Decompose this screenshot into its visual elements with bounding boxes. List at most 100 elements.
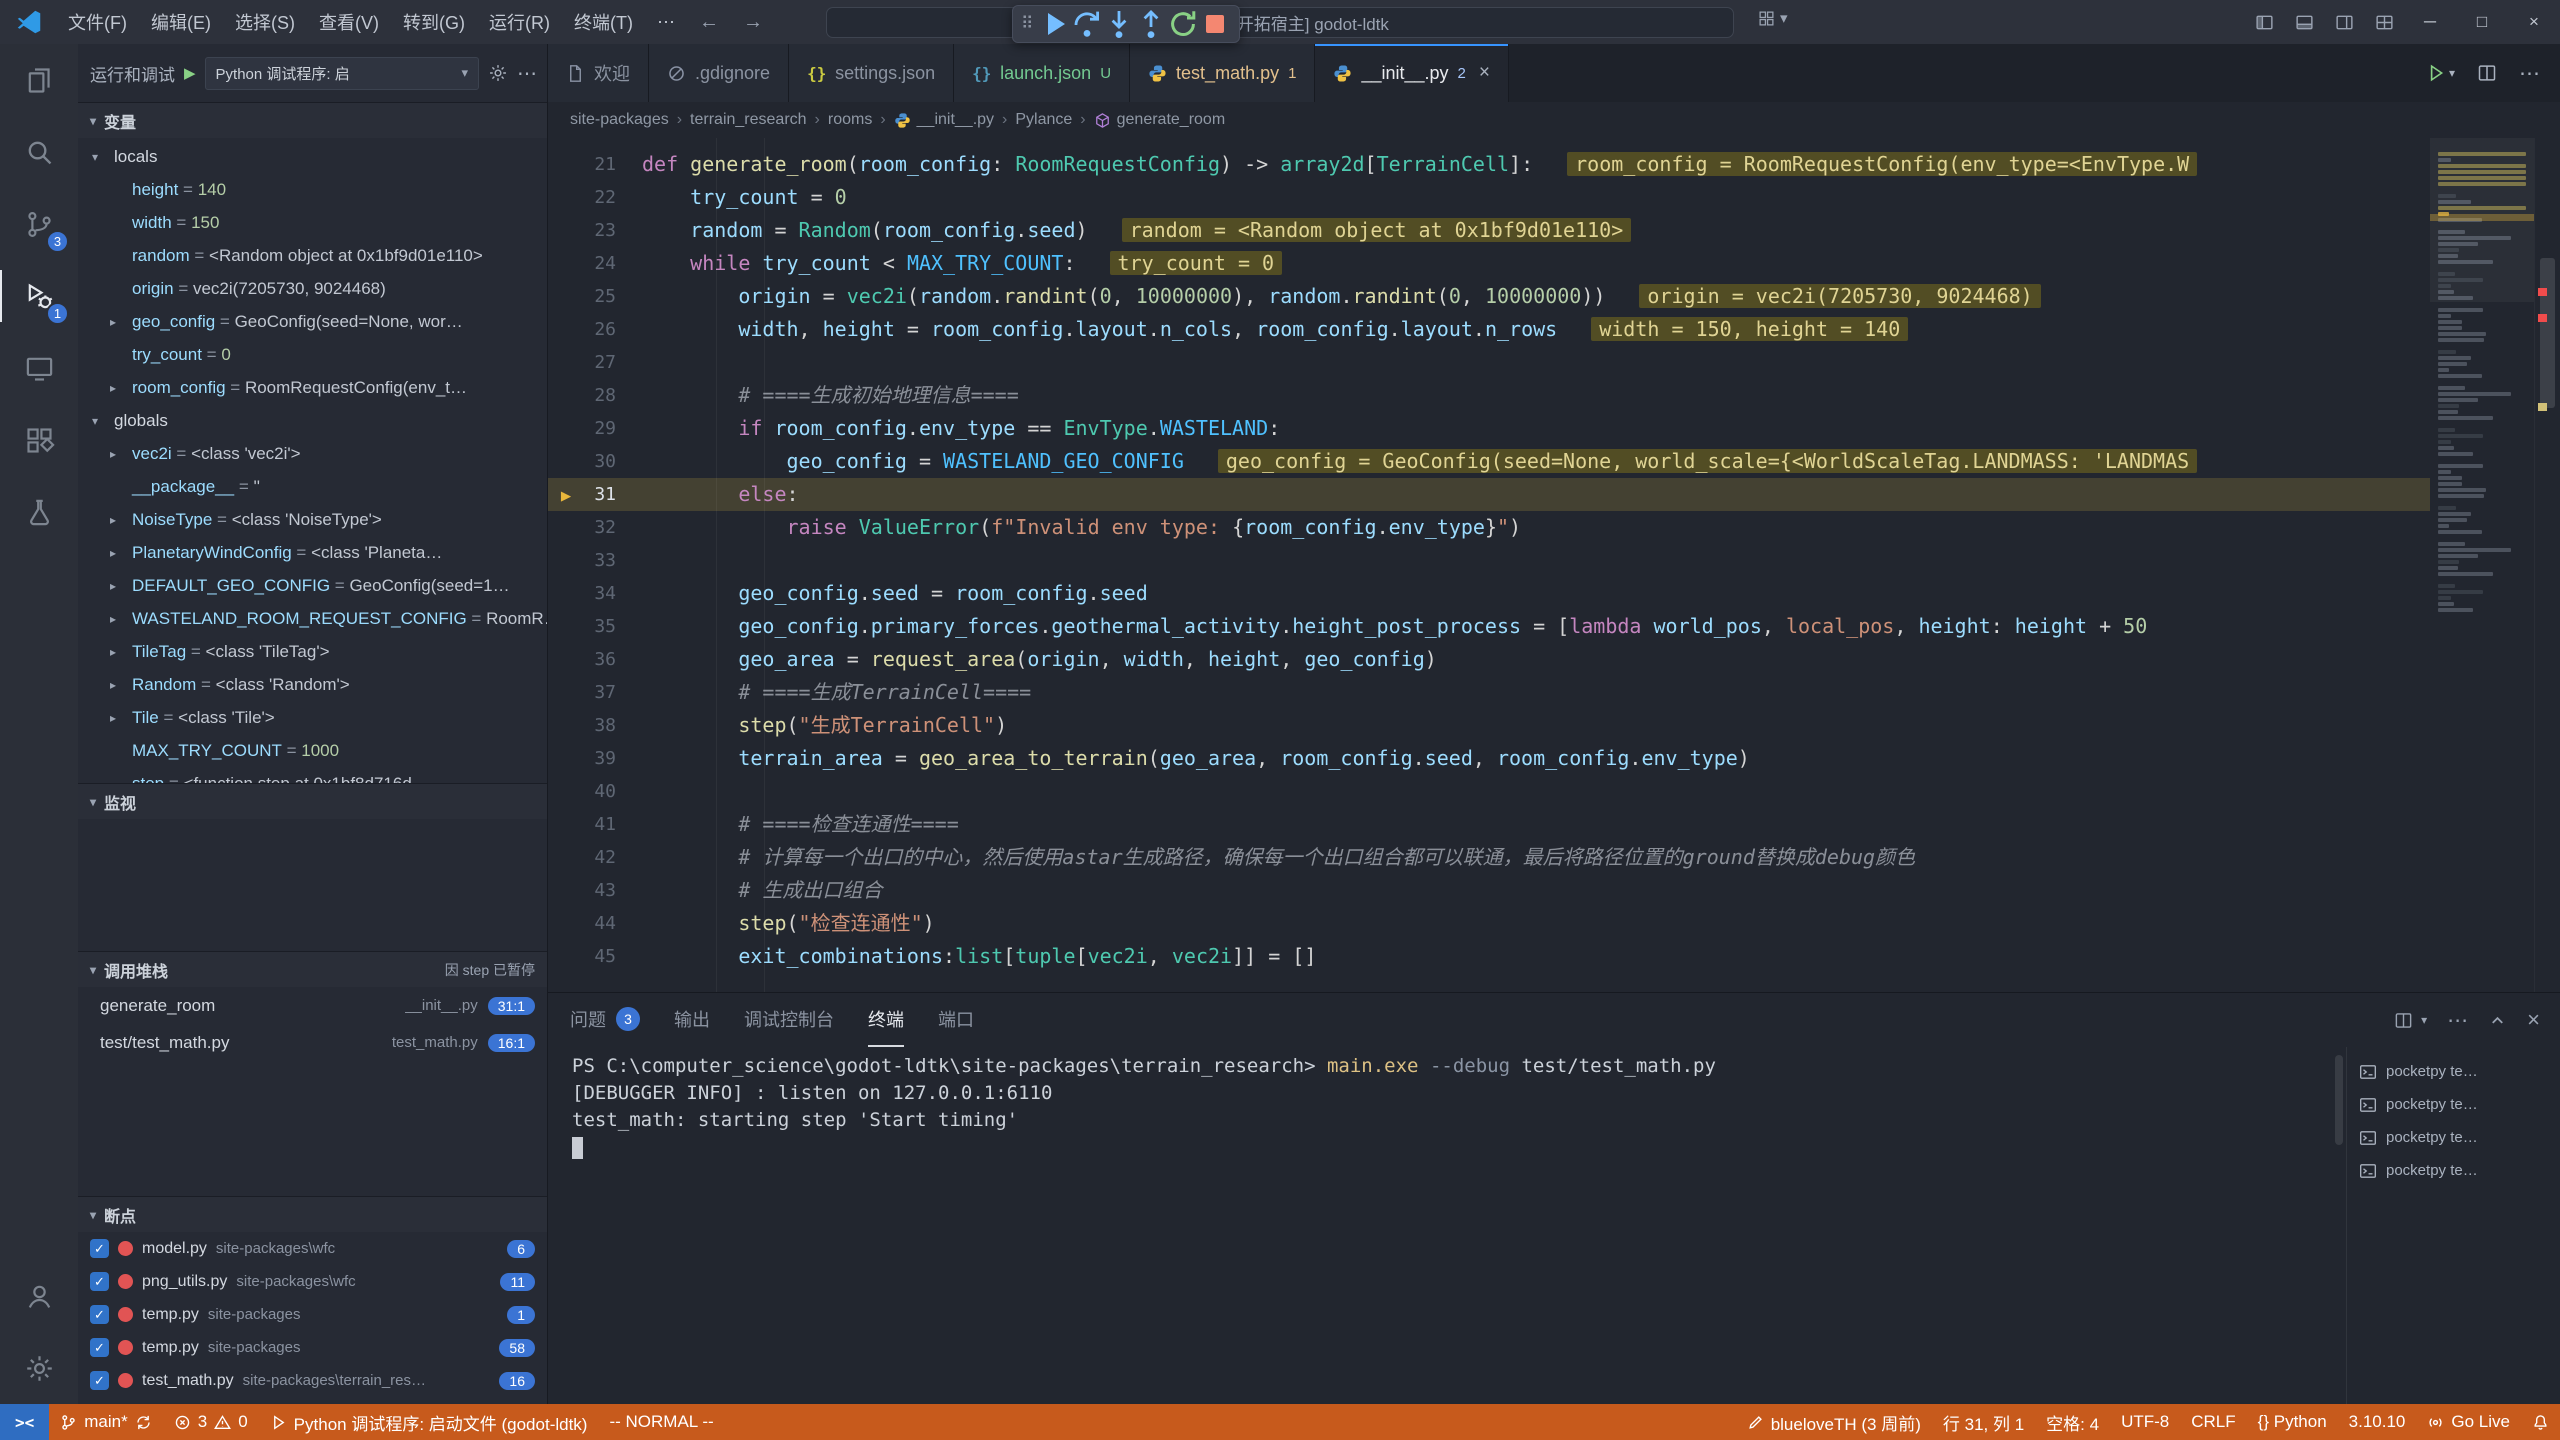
scrollbar-thumb[interactable] <box>2335 1055 2343 1145</box>
line-text[interactable]: if room_config.env_type == EnvType.WASTE… <box>642 412 1280 445</box>
line-text[interactable]: width, height = room_config.layout.n_col… <box>642 313 1908 346</box>
line-text[interactable]: geo_config.seed = room_config.seed <box>642 577 1148 610</box>
line-text[interactable]: # ====生成初始地理信息==== <box>642 379 1019 412</box>
gutter-glyph[interactable] <box>548 379 584 412</box>
line-text[interactable]: def generate_room(room_config: RoomReque… <box>642 148 2197 181</box>
menu-item[interactable]: 文件(F) <box>56 5 139 39</box>
menu-item[interactable]: 运行(R) <box>477 5 562 39</box>
stack-frame-row[interactable]: test/test_math.pytest_math.py16:1 <box>78 1024 547 1061</box>
maximize-panel-icon[interactable] <box>2488 1011 2507 1030</box>
variable-row[interactable]: ▸Tile = <class 'Tile'> <box>78 701 547 734</box>
gutter-glyph[interactable] <box>548 775 584 808</box>
encoding[interactable]: UTF-8 <box>2110 1404 2180 1440</box>
activity-item-account[interactable] <box>0 1260 78 1332</box>
line-text[interactable]: origin = vec2i(random.randint(0, 1000000… <box>642 280 2041 313</box>
stack-frame-row[interactable]: generate_room__init__.py31:1 <box>78 987 547 1024</box>
variable-row[interactable]: __package__ = '' <box>78 470 547 503</box>
split-terminal-icon[interactable] <box>2394 1011 2413 1030</box>
continue-button[interactable] <box>1039 9 1071 39</box>
drag-grip[interactable]: ⠿ <box>1021 14 1031 34</box>
gutter-glyph[interactable] <box>548 181 584 214</box>
gutter-glyph[interactable] <box>548 412 584 445</box>
panel-tab-问题[interactable]: 问题3 <box>570 993 640 1047</box>
menu-item[interactable]: 转到(G) <box>391 5 477 39</box>
terminal-list-item[interactable]: pocketpy te… <box>2347 1154 2560 1187</box>
breadcrumb-item[interactable]: __init__.py <box>894 111 994 129</box>
start-debug-button[interactable]: ▶ <box>184 64 196 82</box>
activity-item-source-control[interactable]: 3 <box>0 188 78 260</box>
gutter-glyph[interactable] <box>548 511 584 544</box>
variable-row[interactable]: ▸geo_config = GeoConfig(seed=None, wor… <box>78 305 547 338</box>
line-text[interactable]: geo_config = WASTELAND_GEO_CONFIGgeo_con… <box>642 445 2197 478</box>
gutter-glyph[interactable] <box>548 148 584 181</box>
activity-item-extensions[interactable] <box>0 404 78 476</box>
variables-section-header[interactable]: ▾ 变量 <box>78 102 547 138</box>
activity-item-settings[interactable] <box>0 1332 78 1404</box>
terminal[interactable]: PS C:\computer_science\godot-ldtk\site-p… <box>548 1047 2332 1404</box>
panel-tab-终端[interactable]: 终端 <box>868 993 904 1047</box>
activity-item-testing[interactable] <box>0 476 78 548</box>
line-text[interactable]: geo_config.primary_forces.geothermal_act… <box>642 610 2147 643</box>
gutter-glyph[interactable]: ▶ <box>548 478 584 511</box>
line-text[interactable]: while try_count < MAX_TRY_COUNT:try_coun… <box>642 247 1282 280</box>
editor-tab-settings.json[interactable]: {}settings.json <box>789 44 954 102</box>
gutter-glyph[interactable] <box>548 247 584 280</box>
run-python-file-button[interactable]: ▾ <box>2426 63 2455 83</box>
panel-more-button[interactable]: ⋯ <box>2447 1008 2468 1033</box>
gutter-glyph[interactable] <box>548 676 584 709</box>
menu-item[interactable]: ⋯ <box>645 8 687 37</box>
menu-item[interactable]: 终端(T) <box>562 5 645 39</box>
gutter-glyph[interactable] <box>548 874 584 907</box>
line-text[interactable]: raise ValueError(f"Invalid env type: {ro… <box>642 511 1521 544</box>
breadcrumb-item[interactable]: terrain_research <box>690 111 807 129</box>
scope-row[interactable]: ▾globals <box>78 404 547 437</box>
minimap[interactable] <box>2430 138 2534 992</box>
editor-tab-test_math.py[interactable]: test_math.py1 <box>1130 44 1315 102</box>
line-text[interactable]: step("检查连通性") <box>642 907 935 940</box>
activity-item-search[interactable] <box>0 116 78 188</box>
scope-row[interactable]: ▾locals <box>78 140 547 173</box>
gutter-glyph[interactable] <box>548 610 584 643</box>
launch-config-select[interactable]: Python 调试程序: 启 ▾ <box>205 57 479 90</box>
split-editor-icon[interactable] <box>2477 63 2497 83</box>
editor-tab-.gdignore[interactable]: .gdignore <box>649 44 789 102</box>
gutter-glyph[interactable] <box>548 709 584 742</box>
more-actions-button[interactable]: ⋯ <box>517 61 537 86</box>
git-branch-button[interactable]: main* <box>49 1404 162 1440</box>
breadcrumb-item[interactable]: generate_room <box>1094 111 1226 129</box>
debug-status[interactable]: Python 调试程序: 启动文件 (godot-ldtk) <box>259 1404 599 1440</box>
line-text[interactable]: terrain_area = geo_area_to_terrain(geo_a… <box>642 742 1750 775</box>
indentation[interactable]: 空格: 4 <box>2035 1404 2110 1440</box>
watch-section-header[interactable]: ▾ 监视 <box>78 783 547 819</box>
breakpoint-row[interactable]: ✓model.pysite-packages\wfc6 <box>78 1232 547 1265</box>
terminal-list-item[interactable]: pocketpy te… <box>2347 1121 2560 1154</box>
remote-indicator[interactable]: >< <box>0 1404 49 1440</box>
callstack-section-header[interactable]: ▾ 调用堆栈 因 step 已暂停 <box>78 951 547 987</box>
terminal-list-item[interactable]: pocketpy te… <box>2347 1055 2560 1088</box>
step-into-button[interactable] <box>1103 9 1135 39</box>
command-center[interactable]: [伺服开拓宿主] godot-ldtk <box>826 7 1734 38</box>
line-text[interactable]: step("生成TerrainCell") <box>642 709 1007 742</box>
breadcrumb-item[interactable]: site-packages <box>570 111 669 129</box>
terminal-list-item[interactable]: pocketpy te… <box>2347 1088 2560 1121</box>
variable-row[interactable]: random = <Random object at 0x1bf9d01e110… <box>78 239 547 272</box>
variable-row[interactable]: origin = vec2i(7205730, 9024468) <box>78 272 547 305</box>
toggle-panel-button[interactable] <box>2284 0 2324 44</box>
gutter-glyph[interactable] <box>548 138 584 148</box>
close-button[interactable]: × <box>2508 0 2560 44</box>
problems-button[interactable]: 3 0 <box>163 1404 259 1440</box>
checkbox[interactable]: ✓ <box>90 1338 109 1357</box>
close-icon[interactable]: × <box>1479 62 1490 84</box>
gutter-glyph[interactable] <box>548 841 584 874</box>
variable-row[interactable]: ▸WASTELAND_ROOM_REQUEST_CONFIG = RoomR… <box>78 602 547 635</box>
toggle-secondary-sidebar-button[interactable] <box>2324 0 2364 44</box>
close-panel-icon[interactable]: × <box>2527 1007 2540 1033</box>
eol[interactable]: CRLF <box>2180 1404 2246 1440</box>
notifications-bell[interactable] <box>2521 1404 2560 1440</box>
breadcrumb-item[interactable]: rooms <box>828 111 872 129</box>
activity-item-run-and-debug[interactable]: 1 <box>0 260 78 332</box>
step-out-button[interactable] <box>1135 9 1167 39</box>
editor-more-button[interactable]: ⋯ <box>2519 61 2540 86</box>
gutter-glyph[interactable] <box>548 214 584 247</box>
gutter-glyph[interactable] <box>548 280 584 313</box>
